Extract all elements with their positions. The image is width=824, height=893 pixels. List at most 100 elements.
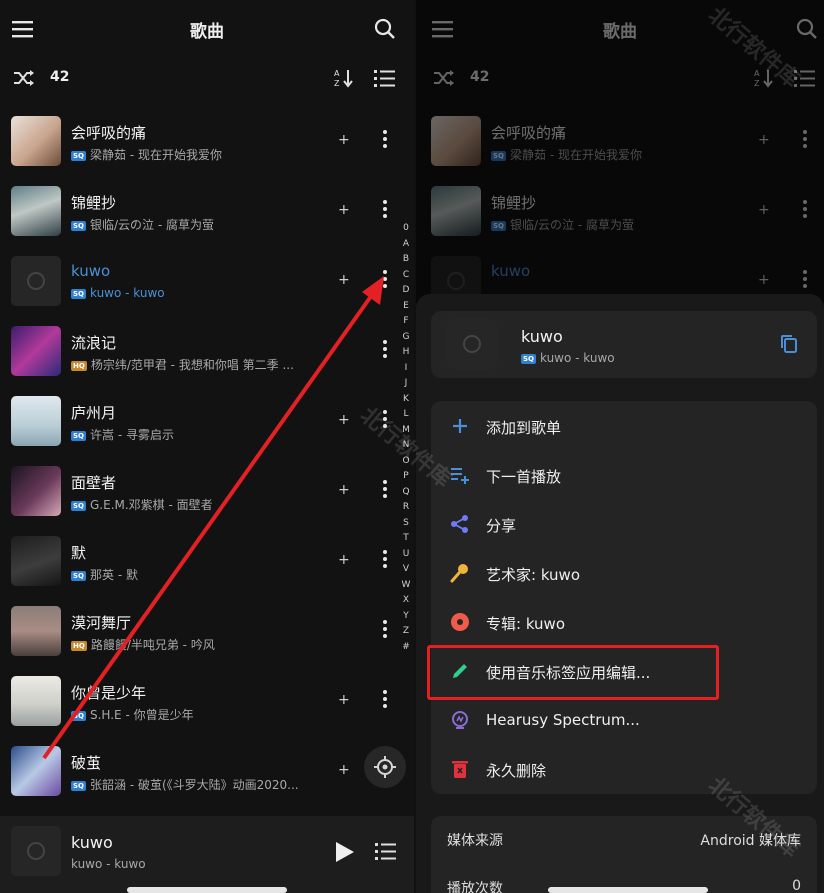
quality-badge: SQ — [71, 571, 86, 581]
quality-badge: HQ — [71, 361, 87, 371]
locate-current-button[interactable] — [364, 746, 406, 788]
add-icon[interactable]: + — [338, 762, 350, 778]
sort-az-icon[interactable]: A Z — [333, 67, 355, 89]
song-row[interactable]: 面壁者 SQ G.E.M.邓紫棋 - 面壁者 + — [0, 456, 414, 526]
alphabet-index-letter[interactable]: I — [398, 361, 414, 377]
alphabet-index-letter[interactable]: J — [398, 376, 414, 392]
alphabet-index-letter[interactable]: D — [398, 283, 414, 299]
album-art — [11, 746, 61, 796]
quality-badge: SQ — [71, 431, 86, 441]
menu-item-add-to-playlist[interactable]: 添加到歌单 — [431, 401, 817, 450]
alphabet-index-letter[interactable]: A — [398, 237, 414, 253]
alphabet-index-letter[interactable]: R — [398, 500, 414, 516]
song-row[interactable]: 庐州月 SQ 许嵩 - 寻雾启示 + — [0, 386, 414, 456]
add-icon[interactable]: + — [338, 552, 350, 568]
now-playing-title: kuwo — [71, 833, 113, 852]
song-row[interactable]: kuwo SQ kuwo - kuwo + — [0, 246, 414, 316]
more-options-icon[interactable] — [383, 270, 387, 290]
more-options-icon[interactable] — [383, 480, 387, 500]
page-title: 歌曲 — [190, 22, 224, 42]
alphabet-index-letter[interactable]: Q — [398, 485, 414, 501]
alphabet-index-letter[interactable]: # — [398, 640, 414, 656]
song-list-screen: 歌曲 42 A Z 会呼吸的痛 SQ 梁静茹 - 现在开始我爱你 + 锦鲤抄 S… — [0, 0, 414, 893]
list-view-icon[interactable] — [374, 68, 396, 88]
song-title: 你曾是少年 — [71, 684, 147, 702]
svg-text:Z: Z — [334, 79, 340, 88]
song-row[interactable]: 流浪记 HQ 杨宗纬/范甲君 - 我想和你唱 第二季 ... — [0, 316, 414, 386]
share-icon — [451, 515, 468, 533]
song-subtitle: SQ梁静茹 - 现在开始我爱你 — [71, 148, 222, 162]
quality-badge: SQ — [71, 781, 86, 791]
alphabet-index-letter[interactable]: U — [398, 547, 414, 563]
album-art — [11, 116, 61, 166]
sheet-song-title: kuwo — [521, 327, 563, 346]
add-icon[interactable]: + — [338, 412, 350, 428]
sheet-song-header: kuwo SQ kuwo - kuwo — [431, 311, 817, 378]
song-title: 面壁者 — [71, 474, 117, 492]
alphabet-index-letter[interactable]: G — [398, 330, 414, 346]
alphabet-index-letter[interactable]: B — [398, 252, 414, 268]
alphabet-index-letter[interactable]: X — [398, 593, 414, 609]
album-art-placeholder — [11, 256, 61, 306]
menu-item-hearusy-spectrum[interactable]: Hearusy Spectrum... — [431, 695, 817, 744]
play-icon[interactable] — [334, 840, 356, 864]
song-subtitle: SQ 张韶涵 - 破茧(《斗罗大陆》动画2020... — [71, 778, 299, 792]
alphabet-index-letter[interactable]: Z — [398, 624, 414, 640]
top-app-bar: 歌曲 — [0, 0, 414, 58]
song-title: kuwo — [71, 262, 111, 280]
alphabet-index-letter[interactable]: E — [398, 299, 414, 315]
more-options-icon[interactable] — [383, 130, 387, 150]
song-row[interactable]: 锦鲤抄 SQ银临/云の泣 - 腐草为萤 + — [0, 176, 414, 246]
info-key: 媒体来源 — [447, 833, 503, 849]
alphabet-index-letter[interactable]: 0 — [398, 221, 414, 237]
more-options-icon[interactable] — [383, 550, 387, 570]
queue-icon[interactable] — [375, 842, 397, 862]
album-art — [11, 536, 61, 586]
menu-item-artist[interactable]: 艺术家: kuwo — [431, 548, 817, 597]
copy-icon[interactable] — [780, 334, 798, 354]
home-indicator — [127, 887, 287, 893]
alphabet-index-letter[interactable]: S — [398, 516, 414, 532]
song-row[interactable]: 漠河舞厅 HQ 路饅饅/半吨兄弟 - 吟风 — [0, 596, 414, 666]
album-art — [11, 326, 61, 376]
alphabet-index-letter[interactable]: Y — [398, 609, 414, 625]
alphabet-index-letter[interactable]: T — [398, 531, 414, 547]
menu-item-share[interactable]: 分享 — [431, 499, 817, 548]
alphabet-index-letter[interactable]: F — [398, 314, 414, 330]
add-icon[interactable]: + — [338, 202, 350, 218]
song-row[interactable]: 会呼吸的痛 SQ梁静茹 - 现在开始我爱你 + — [0, 106, 414, 176]
add-icon[interactable]: + — [338, 482, 350, 498]
alphabet-index-letter[interactable]: K — [398, 392, 414, 408]
now-playing-bar[interactable]: kuwo kuwo - kuwo — [0, 816, 414, 893]
info-value: 0 — [792, 878, 801, 893]
quality-badge: HQ — [71, 641, 87, 651]
menu-item-album[interactable]: 专辑: kuwo — [431, 597, 817, 646]
add-icon[interactable]: + — [338, 692, 350, 708]
song-row[interactable]: 默 SQ 那英 - 默 + — [0, 526, 414, 596]
alphabet-index-letter[interactable]: C — [398, 268, 414, 284]
more-options-icon[interactable] — [383, 200, 387, 220]
menu-item-label: 永久删除 — [486, 762, 547, 780]
song-options-screen: 歌曲 42 A Z 会呼吸的痛 SQ梁静茹 - 现在开始我爱你 + — [416, 0, 824, 893]
add-icon[interactable]: + — [338, 272, 350, 288]
target-icon — [374, 756, 396, 778]
more-options-icon[interactable] — [383, 690, 387, 710]
more-options-icon[interactable] — [383, 620, 387, 640]
list-toolbar: 42 A Z — [0, 58, 414, 98]
album-art — [11, 606, 61, 656]
shuffle-icon[interactable] — [13, 69, 35, 87]
alphabet-index-letter[interactable]: W — [398, 578, 414, 594]
alphabet-index-letter[interactable]: V — [398, 562, 414, 578]
song-row[interactable]: 你曾是少年 SQ S.H.E - 你曾是少年 + — [0, 666, 414, 736]
menu-item-delete-permanently[interactable]: 永久删除 — [431, 744, 817, 793]
add-icon[interactable]: + — [338, 132, 350, 148]
menu-item-play-next[interactable]: 下一首播放 — [431, 450, 817, 499]
menu-item-label: Hearusy Spectrum... — [486, 711, 640, 729]
song-row[interactable]: 破茧 SQ 张韶涵 - 破茧(《斗罗大陆》动画2020... + — [0, 736, 414, 806]
song-count: 42 — [50, 69, 70, 85]
album-art-placeholder — [11, 826, 61, 876]
search-icon[interactable] — [374, 18, 396, 40]
more-options-icon[interactable] — [383, 340, 387, 360]
alphabet-index-letter[interactable]: H — [398, 345, 414, 361]
plus-icon — [453, 419, 467, 433]
